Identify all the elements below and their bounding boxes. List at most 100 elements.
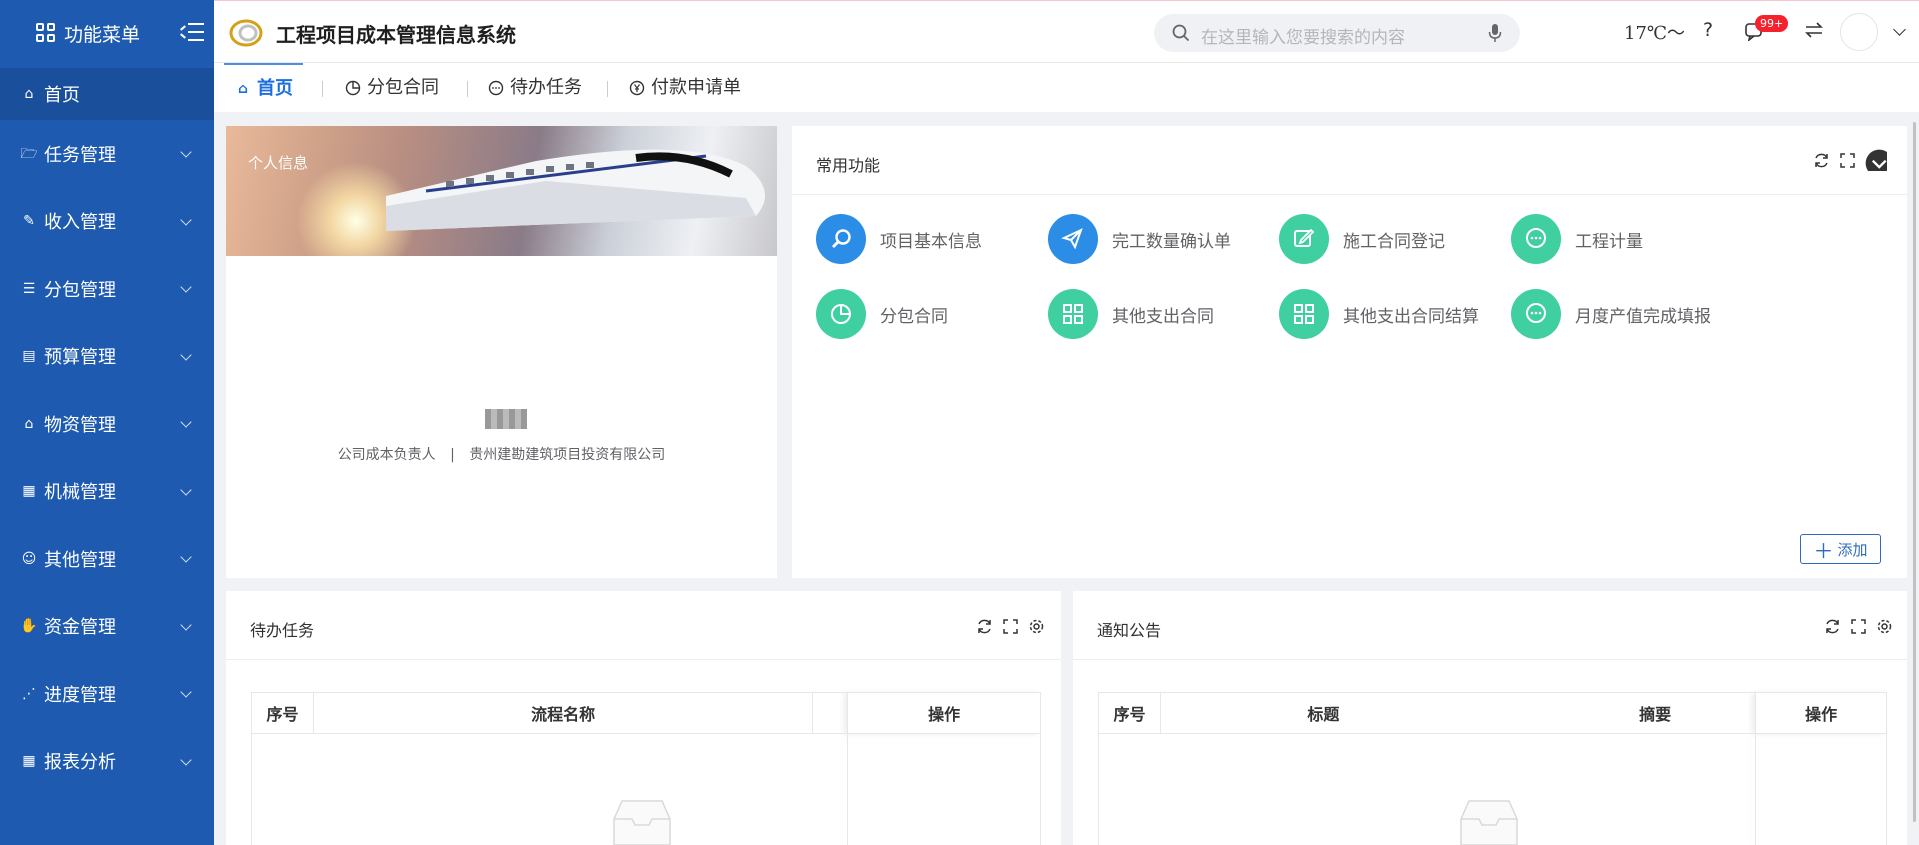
sidebar-item-3[interactable]: ▤ 预算管理: [0, 323, 214, 391]
sidebar-item-7[interactable]: ✋ 资金管理: [0, 593, 214, 661]
notice-table: 序号 标题 摘要 操作: [1098, 692, 1887, 734]
refresh-icon[interactable]: [976, 618, 993, 635]
chevron-down-icon: [180, 213, 192, 226]
microphone-icon[interactable]: [1488, 23, 1502, 43]
chevron-down-icon: [180, 618, 192, 631]
column-header: 操作: [847, 692, 1041, 734]
home-icon: ⌂: [24, 86, 34, 102]
grid-icon: ▦: [22, 753, 36, 770]
avatar[interactable]: [1840, 13, 1878, 51]
chevron-down-icon: [180, 146, 192, 158]
refresh-icon[interactable]: [1813, 152, 1830, 169]
notice-card: 通知公告 序号 标题 摘要 操作: [1073, 591, 1907, 845]
column-header: 标题: [1159, 692, 1486, 734]
column-header: 序号: [251, 692, 314, 734]
function-label: 施工合同登记: [1343, 231, 1445, 252]
card-title: 待办任务: [250, 621, 315, 640]
profile-banner: 个人信息: [226, 126, 777, 256]
tab-label: 付款申请单: [651, 77, 741, 98]
sidebar-item-0[interactable]: 🗁 任务管理: [0, 120, 214, 188]
table-header-row: 序号 流程名称 操作: [251, 692, 1041, 734]
scrollbar[interactable]: [1911, 112, 1919, 845]
sidebar-item-label: 物资管理: [44, 414, 116, 436]
chevron-down-icon[interactable]: [1893, 23, 1906, 36]
function-item[interactable]: 项目基本信息: [816, 214, 982, 264]
chevron-down-icon: [180, 551, 192, 563]
common-functions-card: 常用功能 项目基本信息 完工数量确认单 施工合同登记 工程计量 分包合同 其他支出合同 其他…: [792, 126, 1907, 578]
tab-payment[interactable]: 付款申请单: [628, 63, 741, 113]
collapse-menu-icon[interactable]: [180, 21, 204, 43]
card-title: 通知公告: [1097, 621, 1162, 640]
send-icon: [1048, 214, 1098, 264]
sidebar-item-8[interactable]: ⋰ 进度管理: [0, 660, 214, 728]
card-divider: [226, 659, 1061, 660]
sidebar-item-2[interactable]: ☰ 分包管理: [0, 255, 214, 323]
sidebar-item-label: 资金管理: [44, 617, 116, 639]
function-label: 完工数量确认单: [1112, 231, 1231, 252]
pin-icon: ✎: [23, 213, 35, 230]
pie-icon: [816, 289, 866, 339]
add-function-button[interactable]: ＋添加: [1800, 534, 1881, 564]
search-icon: [816, 214, 866, 264]
function-item[interactable]: 完工数量确认单: [1048, 214, 1231, 264]
tab-todo[interactable]: 待办任务: [487, 63, 582, 113]
system-title: 工程项目成本管理信息系统: [276, 23, 516, 47]
fullscreen-icon[interactable]: [1002, 618, 1019, 635]
weather-text: 17℃～: [1624, 23, 1686, 44]
function-label: 其他支出合同: [1112, 306, 1214, 327]
fullscreen-icon[interactable]: [1850, 618, 1867, 635]
search-icon: [1172, 24, 1190, 42]
function-item[interactable]: 月度产值完成填报: [1511, 289, 1711, 339]
todo-card: 待办任务 序号 流程名称 操作: [226, 591, 1061, 845]
sidebar-item-6[interactable]: ☺ 其他管理: [0, 525, 214, 593]
train-image: [386, 149, 765, 231]
chevron-down-icon: [180, 753, 192, 766]
tab-subcontract[interactable]: 分包合同: [344, 63, 439, 113]
function-item[interactable]: 其他支出合同结算: [1279, 289, 1479, 339]
sidebar-item-home[interactable]: ⌂ 首页: [0, 68, 214, 120]
gear-icon[interactable]: [1028, 618, 1045, 635]
user-group-icon: ☺: [21, 550, 37, 567]
sidebar-item-4[interactable]: ⌂ 物资管理: [0, 390, 214, 458]
sidebar-item-5[interactable]: ▦ 机械管理: [0, 458, 214, 526]
sidebar: 功能菜单 ⌂ 首页 🗁 任务管理 ✎ 收入管理 ☰ 分包管理 ▤ 预算管理 ⌂ 物资管理 ▦ 机械管理…: [0, 0, 214, 845]
card-divider: [1073, 659, 1907, 660]
chat-icon: [1511, 289, 1561, 339]
database-icon: ☰: [22, 280, 36, 297]
sidebar-item-label: 其他管理: [44, 549, 116, 571]
empty-box-icon: [1460, 800, 1518, 845]
sidebar-item-9[interactable]: ▦ 报表分析: [0, 728, 214, 796]
gear-icon[interactable]: [1876, 618, 1893, 635]
hand-coin-icon: ✋: [20, 618, 38, 635]
sidebar-header: 功能菜单: [0, 0, 214, 66]
card-divider: [792, 194, 1907, 195]
chevron-down-icon: [180, 416, 192, 428]
tab-home[interactable]: ⌂ 首页: [224, 63, 303, 113]
company-text: 贵州建勘建筑项目投资有限公司: [469, 447, 666, 463]
card-toolbar: [1824, 618, 1893, 635]
function-item[interactable]: 工程计量: [1511, 214, 1643, 264]
search-input[interactable]: 在这里输入您要搜索的内容: [1154, 14, 1520, 52]
pie-icon: [345, 80, 361, 96]
card-toolbar: [1813, 149, 1887, 171]
refresh-icon[interactable]: [1824, 618, 1841, 635]
edit-icon: [1279, 214, 1329, 264]
collapse-toggle-icon[interactable]: [1865, 149, 1887, 171]
chevron-down-icon: [180, 281, 192, 293]
swap-icon[interactable]: [1804, 21, 1824, 39]
fullscreen-icon[interactable]: [1839, 152, 1856, 169]
table-header-row: 序号 标题 摘要 操作: [1098, 692, 1887, 734]
table-body: [251, 733, 1041, 845]
function-item[interactable]: 分包合同: [816, 289, 948, 339]
bank-icon: ⌂: [24, 415, 34, 432]
help-icon[interactable]: ?: [1703, 19, 1713, 41]
function-item[interactable]: 其他支出合同: [1048, 289, 1214, 339]
sidebar-item-1[interactable]: ✎ 收入管理: [0, 188, 214, 256]
info-separator: |: [450, 447, 455, 463]
chevron-down-icon: [180, 348, 192, 361]
function-item[interactable]: 施工合同登记: [1279, 214, 1445, 264]
tab-label: 首页: [257, 78, 293, 99]
folder-icon: 🗁: [20, 145, 38, 162]
document-icon: ▤: [22, 348, 36, 365]
column-header: 序号: [1098, 692, 1161, 734]
